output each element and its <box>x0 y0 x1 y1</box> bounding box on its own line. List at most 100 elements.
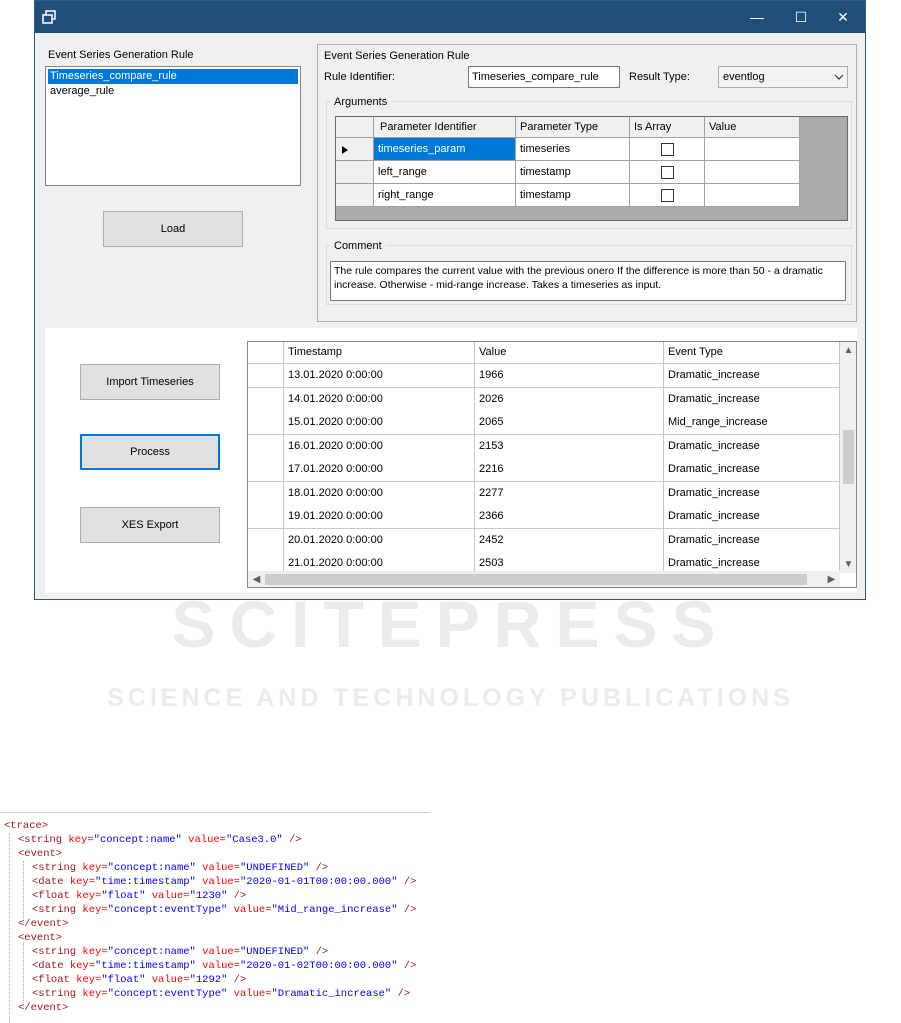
scroll-up-icon[interactable]: ▲ <box>840 342 856 359</box>
argument-identifier-cell[interactable]: left_range <box>374 161 516 184</box>
timestamp-cell[interactable]: 14.01.2020 0:00:00 <box>284 387 475 412</box>
xml-line: <trace> <box>4 820 49 832</box>
timestamp-cell[interactable]: 20.01.2020 0:00:00 <box>284 528 475 553</box>
app-icon <box>42 10 56 24</box>
xml-line: <float key="float" value="1230" /> <box>32 890 247 902</box>
event-type-cell[interactable]: Dramatic_increase <box>664 364 840 388</box>
arguments-grid[interactable]: Parameter Identifier Parameter Type Is A… <box>335 116 848 221</box>
maximize-button[interactable]: ☐ <box>779 1 823 33</box>
scrollbar-thumb[interactable] <box>265 574 807 585</box>
row-header[interactable] <box>248 434 284 459</box>
scroll-down-icon[interactable]: ▼ <box>840 556 856 573</box>
column-header-value[interactable]: Value <box>475 342 664 364</box>
column-header-parameter-identifier[interactable]: Parameter Identifier <box>374 117 516 138</box>
column-header-is-array[interactable]: Is Array <box>630 117 705 138</box>
rule-list[interactable]: Timeseries_compare_rule average_rule <box>45 66 301 186</box>
argument-value-cell[interactable] <box>705 161 800 184</box>
row-header-corner <box>336 117 374 138</box>
result-type-select[interactable]: eventlog <box>718 66 848 88</box>
scrollbar-thumb[interactable] <box>843 430 854 484</box>
value-cell[interactable]: 2452 <box>475 528 664 553</box>
value-cell[interactable]: 2366 <box>475 505 664 529</box>
rule-list-item[interactable]: average_rule <box>48 84 298 99</box>
argument-type-cell[interactable]: timeseries <box>516 138 630 161</box>
is-array-checkbox[interactable] <box>661 189 674 202</box>
row-header[interactable] <box>336 184 374 207</box>
row-header[interactable] <box>248 364 284 388</box>
is-array-checkbox[interactable] <box>661 166 674 179</box>
rule-identifier-label: Rule Identifier: <box>324 71 395 83</box>
vertical-scrollbar[interactable]: ▲ ▼ <box>840 342 856 573</box>
column-header-parameter-type[interactable]: Parameter Type <box>516 117 630 138</box>
timestamp-cell[interactable]: 18.01.2020 0:00:00 <box>284 481 475 506</box>
processing-panel: Import Timeseries Process XES Export Tim… <box>45 328 857 593</box>
timeseries-grid[interactable]: Timestamp Value Event Type 13.01.2020 0:00:… <box>247 341 857 588</box>
indent-guide <box>23 943 24 1007</box>
value-cell[interactable]: 2216 <box>475 458 664 482</box>
column-header-event-type[interactable]: Event Type <box>664 342 840 364</box>
event-type-cell[interactable]: Dramatic_increase <box>664 434 840 459</box>
argument-is-array-cell[interactable] <box>630 161 705 184</box>
argument-value-cell[interactable] <box>705 138 800 161</box>
indent-guide <box>9 833 10 1023</box>
event-type-cell[interactable]: Dramatic_increase <box>664 387 840 412</box>
value-cell[interactable]: 2065 <box>475 411 664 435</box>
value-cell[interactable]: 2153 <box>475 434 664 459</box>
argument-identifier-cell[interactable]: right_range <box>374 184 516 207</box>
row-header[interactable] <box>336 161 374 184</box>
is-array-checkbox[interactable] <box>661 143 674 156</box>
argument-value-cell[interactable] <box>705 184 800 207</box>
event-type-cell[interactable]: Dramatic_increase <box>664 505 840 529</box>
timestamp-cell[interactable]: 16.01.2020 0:00:00 <box>284 434 475 459</box>
argument-is-array-cell[interactable] <box>630 138 705 161</box>
chevron-down-icon[interactable] <box>831 66 847 88</box>
timestamp-cell[interactable]: 19.01.2020 0:00:00 <box>284 505 475 529</box>
rule-identifier-input[interactable]: Timeseries_compare_rule <box>468 66 620 88</box>
import-timeseries-button[interactable]: Import Timeseries <box>80 364 220 400</box>
event-type-cell[interactable]: Dramatic_increase <box>664 528 840 553</box>
timestamp-cell[interactable]: 13.01.2020 0:00:00 <box>284 364 475 388</box>
argument-type-cell[interactable]: timestamp <box>516 161 630 184</box>
row-pointer-icon <box>342 146 348 154</box>
minimize-button[interactable]: — <box>735 1 779 33</box>
xml-line: <string key="concept:name" value="Case3.… <box>18 834 302 846</box>
xml-line: </event> <box>18 918 69 930</box>
event-type-cell[interactable]: Mid_range_increase <box>664 411 840 435</box>
app-window: — ☐ ✕ Event Series Generation Rule Times… <box>34 0 866 600</box>
close-button[interactable]: ✕ <box>821 1 865 33</box>
current-row-indicator[interactable] <box>336 138 374 161</box>
xml-line: <string key="concept:name" value="UNDEFI… <box>32 862 329 874</box>
load-button[interactable]: Load <box>103 211 243 247</box>
column-header-value[interactable]: Value <box>705 117 800 138</box>
row-header[interactable] <box>248 528 284 553</box>
row-header[interactable] <box>248 505 284 529</box>
timestamp-cell[interactable]: 17.01.2020 0:00:00 <box>284 458 475 482</box>
rule-list-item[interactable]: Timeseries_compare_rule <box>48 69 298 84</box>
result-type-label: Result Type: <box>629 71 690 83</box>
column-header-timestamp[interactable]: Timestamp <box>284 342 475 364</box>
row-header[interactable] <box>248 411 284 435</box>
process-button[interactable]: Process <box>80 434 220 470</box>
row-header[interactable] <box>248 458 284 482</box>
xes-export-button[interactable]: XES Export <box>80 507 220 543</box>
scroll-right-icon[interactable]: ▶ <box>823 571 840 587</box>
timestamp-cell[interactable]: 15.01.2020 0:00:00 <box>284 411 475 435</box>
event-type-cell[interactable]: Dramatic_increase <box>664 458 840 482</box>
scroll-left-icon[interactable]: ◀ <box>248 571 265 587</box>
value-cell[interactable]: 1966 <box>475 364 664 388</box>
argument-type-cell[interactable]: timestamp <box>516 184 630 207</box>
row-header[interactable] <box>248 481 284 506</box>
watermark-sub: SCIENCE AND TECHNOLOGY PUBLICATIONS <box>107 684 794 712</box>
horizontal-scrollbar[interactable]: ◀ ▶ <box>248 571 840 587</box>
row-header-corner <box>248 342 284 364</box>
value-cell[interactable]: 2026 <box>475 387 664 412</box>
comment-textarea[interactable]: The rule compares the current value with… <box>330 261 846 301</box>
event-type-cell[interactable]: Dramatic_increase <box>664 481 840 506</box>
argument-is-array-cell[interactable] <box>630 184 705 207</box>
row-header[interactable] <box>248 387 284 412</box>
xml-line: <string key="concept:name" value="UNDEFI… <box>32 946 329 958</box>
xml-line: <string key="concept:eventType" value="D… <box>32 988 411 1000</box>
title-bar[interactable]: — ☐ ✕ <box>35 1 865 33</box>
argument-identifier-cell[interactable]: timeseries_param <box>374 138 516 161</box>
value-cell[interactable]: 2277 <box>475 481 664 506</box>
